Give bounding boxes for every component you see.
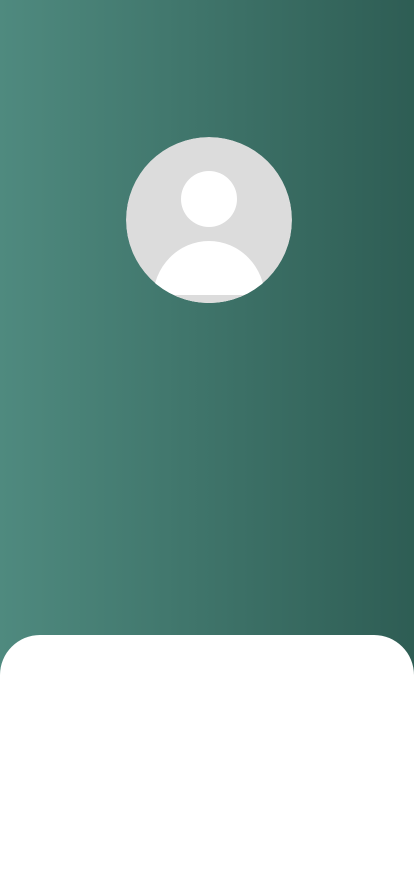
profile-screen [0, 0, 414, 896]
bottom-sheet [0, 635, 414, 896]
profile-avatar[interactable] [126, 137, 292, 303]
user-placeholder-icon [126, 137, 292, 303]
